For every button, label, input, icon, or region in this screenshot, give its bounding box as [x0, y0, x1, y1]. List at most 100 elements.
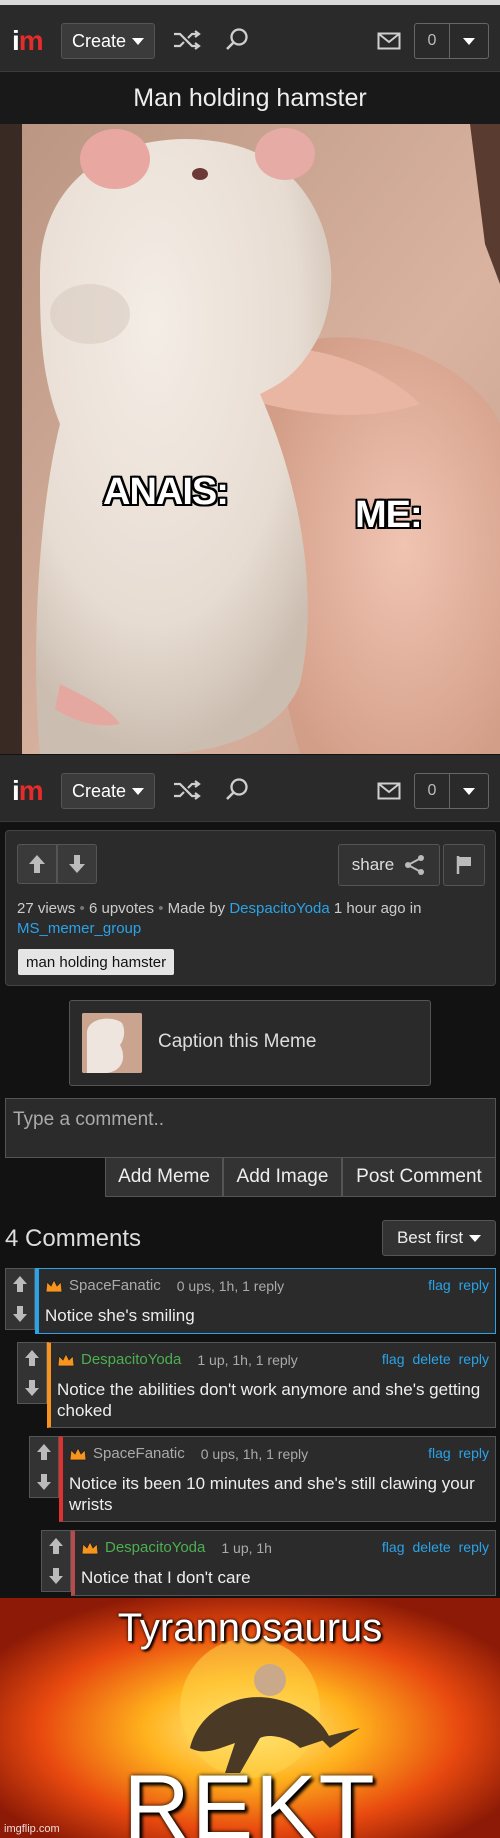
meme-bottom-text: REKT — [123, 1757, 377, 1838]
comment-upvote-button[interactable] — [42, 1531, 70, 1561]
comment-body: SpaceFanatic 0 ups, 1h, 1 reply flag rep… — [59, 1436, 496, 1522]
flag-link[interactable]: flag — [428, 1277, 451, 1293]
downvote-button[interactable] — [57, 844, 97, 884]
upvotes-count: 6 upvotes — [88, 900, 155, 917]
meme-thumbnail — [82, 1013, 142, 1073]
shuffle-icon[interactable] — [172, 779, 202, 806]
comment-text: Notice that I don't care — [81, 1568, 251, 1587]
reply-link[interactable]: reply — [459, 1539, 489, 1555]
create-button[interactable]: Create — [61, 773, 155, 809]
post-comment-button[interactable]: Post Comment — [342, 1157, 496, 1197]
comment-upvote-button[interactable] — [6, 1269, 34, 1299]
comment-body: SpaceFanatic 0 ups, 1h, 1 reply flag rep… — [35, 1268, 496, 1334]
hamster-photo — [0, 124, 500, 754]
comment-username[interactable]: DespacitoYoda — [81, 1351, 181, 1368]
post-meta: 27 views • 6 upvotes • Made by Despacito… — [17, 900, 422, 937]
chevron-down-icon — [463, 787, 475, 795]
share-button[interactable]: share — [338, 844, 440, 886]
comment-text: Notice the abilities don't work anymore … — [57, 1380, 481, 1420]
upvote-button[interactable] — [17, 844, 57, 884]
sticky-nav: im Create 0 — [0, 755, 500, 822]
comment-vote-controls — [17, 1342, 47, 1404]
comment-text: Notice its been 10 minutes and she's sti… — [69, 1474, 475, 1514]
arrow-down-icon — [25, 1380, 39, 1396]
share-icon — [405, 855, 425, 875]
comment-upvote-button[interactable] — [30, 1437, 58, 1467]
comments-heading: 4 Comments — [5, 1225, 142, 1252]
shuffle-icon[interactable] — [172, 29, 202, 56]
views-count: 27 views — [17, 900, 76, 917]
menu-dropdown-button[interactable] — [449, 23, 489, 59]
comment-username[interactable]: SpaceFanatic — [93, 1445, 185, 1462]
crown-icon — [45, 1278, 63, 1292]
top-nav: im Create 0 — [0, 5, 500, 72]
crown-icon — [57, 1352, 75, 1366]
sort-dropdown[interactable]: Best first — [382, 1220, 496, 1256]
reply-meme-image[interactable]: Tyrannosaurus REKT imgflip.com — [0, 1598, 500, 1838]
arrow-up-icon — [29, 855, 45, 873]
watermark: imgflip.com — [4, 1823, 60, 1835]
chevron-down-icon — [132, 37, 145, 45]
notification-count[interactable]: 0 — [414, 23, 450, 59]
comment-actions: Add Meme Add Image Post Comment — [105, 1157, 496, 1197]
add-meme-button[interactable]: Add Meme — [105, 1157, 223, 1197]
comment-username[interactable]: SpaceFanatic — [69, 1277, 161, 1294]
comment-upvote-button[interactable] — [18, 1343, 46, 1373]
arrow-down-icon — [13, 1306, 27, 1322]
delete-link[interactable]: delete — [412, 1351, 450, 1367]
comment-vote-controls — [29, 1436, 59, 1498]
reply-link[interactable]: reply — [459, 1277, 489, 1293]
flag-button[interactable] — [443, 844, 485, 886]
mail-icon[interactable] — [377, 32, 401, 55]
notification-count[interactable]: 0 — [414, 773, 450, 809]
flag-link[interactable]: flag — [428, 1445, 451, 1461]
comment-body: DespacitoYoda 1 up, 1h, 1 reply flag del… — [47, 1342, 496, 1428]
delete-link[interactable]: delete — [412, 1539, 450, 1555]
stream-link[interactable]: MS_memer_group — [17, 920, 141, 937]
chevron-down-icon — [469, 1234, 482, 1242]
tag-chip[interactable]: man holding hamster — [18, 949, 175, 975]
arrow-up-icon — [25, 1350, 39, 1366]
comment-body: DespacitoYoda 1 up, 1h flag delete reply… — [71, 1530, 496, 1596]
comment-text: Notice she's smiling — [45, 1306, 195, 1325]
flag-link[interactable]: flag — [382, 1539, 405, 1555]
chevron-down-icon — [463, 37, 475, 45]
comment-downvote-button[interactable] — [30, 1467, 58, 1497]
comment-input[interactable]: Type a comment.. — [5, 1098, 496, 1158]
imgflip-logo[interactable]: im — [12, 777, 44, 805]
comment-downvote-button[interactable] — [6, 1299, 34, 1329]
crown-icon — [69, 1446, 87, 1460]
comment-stats: 0 ups, 1h, 1 reply — [176, 1277, 285, 1294]
arrow-up-icon — [37, 1444, 51, 1460]
arrow-down-icon — [49, 1568, 63, 1584]
search-icon[interactable] — [224, 27, 250, 58]
reply-link[interactable]: reply — [459, 1445, 489, 1461]
imgflip-logo[interactable]: im — [12, 27, 44, 55]
meme-image[interactable]: ANAIS: ME: — [0, 124, 500, 754]
add-image-button[interactable]: Add Image — [223, 1157, 342, 1197]
crown-icon — [81, 1540, 99, 1554]
comment-stats: 1 up, 1h — [221, 1539, 272, 1556]
comment-downvote-button[interactable] — [18, 1373, 46, 1403]
search-icon[interactable] — [224, 777, 250, 808]
flag-link[interactable]: flag — [382, 1351, 405, 1367]
meme-caption-right: ME: — [355, 494, 423, 536]
arrow-up-icon — [13, 1276, 27, 1292]
menu-dropdown-button[interactable] — [449, 773, 489, 809]
arrow-up-icon — [49, 1538, 63, 1554]
mail-icon[interactable] — [377, 782, 401, 805]
meme-title: Man holding hamster — [0, 72, 500, 124]
post-info-panel: share 27 views • 6 upvotes • Made by Des… — [5, 830, 496, 986]
meme-caption-left: ANAIS: — [103, 471, 229, 513]
comment-downvote-button[interactable] — [42, 1561, 70, 1591]
arrow-down-icon — [37, 1474, 51, 1490]
author-link[interactable]: DespacitoYoda — [229, 900, 329, 917]
comment-stats: 1 up, 1h, 1 reply — [197, 1351, 298, 1368]
chevron-down-icon — [132, 787, 145, 795]
caption-this-meme-button[interactable]: Caption this Meme — [69, 1000, 431, 1086]
comment-username[interactable]: DespacitoYoda — [105, 1539, 205, 1556]
create-button[interactable]: Create — [61, 23, 155, 59]
reply-link[interactable]: reply — [459, 1351, 489, 1367]
comment-stats: 0 ups, 1h, 1 reply — [200, 1445, 309, 1462]
flag-icon — [456, 856, 471, 874]
